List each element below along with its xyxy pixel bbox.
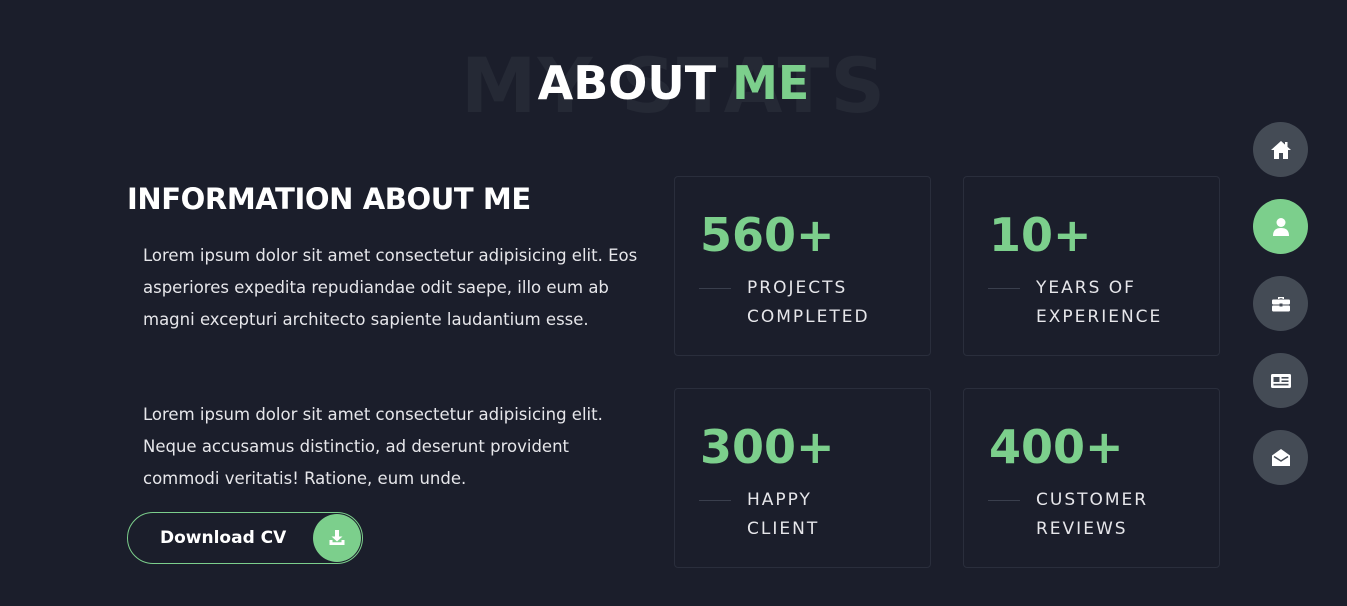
stat-card-experience: 10+ YEARS OF EXPERIENCE [963,176,1220,356]
stat-divider [699,500,731,501]
section-heading: MY STATS ABOUT ME [0,40,1347,130]
stat-label-line-2: CLIENT [747,519,820,539]
newspaper-icon [1270,373,1291,388]
info-title: INFORMATION ABOUT ME [127,182,531,216]
info-paragraph-1: Lorem ipsum dolor sit amet consectetur a… [143,246,638,329]
stat-card-clients: 300+ HAPPY CLIENT [674,388,931,568]
stat-label-line-2: REVIEWS [1036,519,1128,539]
stat-card-projects: 560+ PROJECTS COMPLETED [674,176,931,356]
home-icon [1270,140,1291,159]
stat-label-line-2: EXPERIENCE [1036,307,1163,327]
briefcase-icon [1271,296,1290,311]
stat-label-line-1: HAPPY [747,490,812,510]
stat-label: CUSTOMER REVIEWS [1036,486,1216,544]
download-cv-button[interactable]: Download CV [127,512,363,564]
download-icon [313,514,361,562]
nav-portfolio-button[interactable] [1253,276,1308,331]
stat-label-line-2: COMPLETED [747,307,870,327]
nav-home-button[interactable] [1253,122,1308,177]
stat-label: PROJECTS COMPLETED [747,274,927,332]
nav-about-button[interactable] [1253,199,1308,254]
stat-value: 400+ [989,420,1124,474]
envelope-open-icon [1271,449,1290,466]
page-title: ABOUT ME [0,58,1347,108]
page-title-accent: ME [732,56,810,110]
nav-contact-button[interactable] [1253,430,1308,485]
stat-label: HAPPY CLIENT [747,486,927,544]
user-icon [1272,217,1289,236]
stat-divider [988,288,1020,289]
stat-divider [988,500,1020,501]
stat-label-line-1: CUSTOMER [1036,490,1149,510]
nav-blog-button[interactable] [1253,353,1308,408]
stat-value: 560+ [700,208,835,262]
stat-label-line-1: PROJECTS [747,278,848,298]
stat-label-line-1: YEARS OF [1036,278,1136,298]
download-cv-label: Download CV [160,528,287,548]
stat-card-reviews: 400+ CUSTOMER REVIEWS [963,388,1220,568]
stat-value: 300+ [700,420,835,474]
stat-divider [699,288,731,289]
stat-label: YEARS OF EXPERIENCE [1036,274,1216,332]
stat-value: 10+ [989,208,1092,262]
info-paragraph-2: Lorem ipsum dolor sit amet consectetur a… [143,405,603,488]
page-title-main: ABOUT [537,56,717,110]
